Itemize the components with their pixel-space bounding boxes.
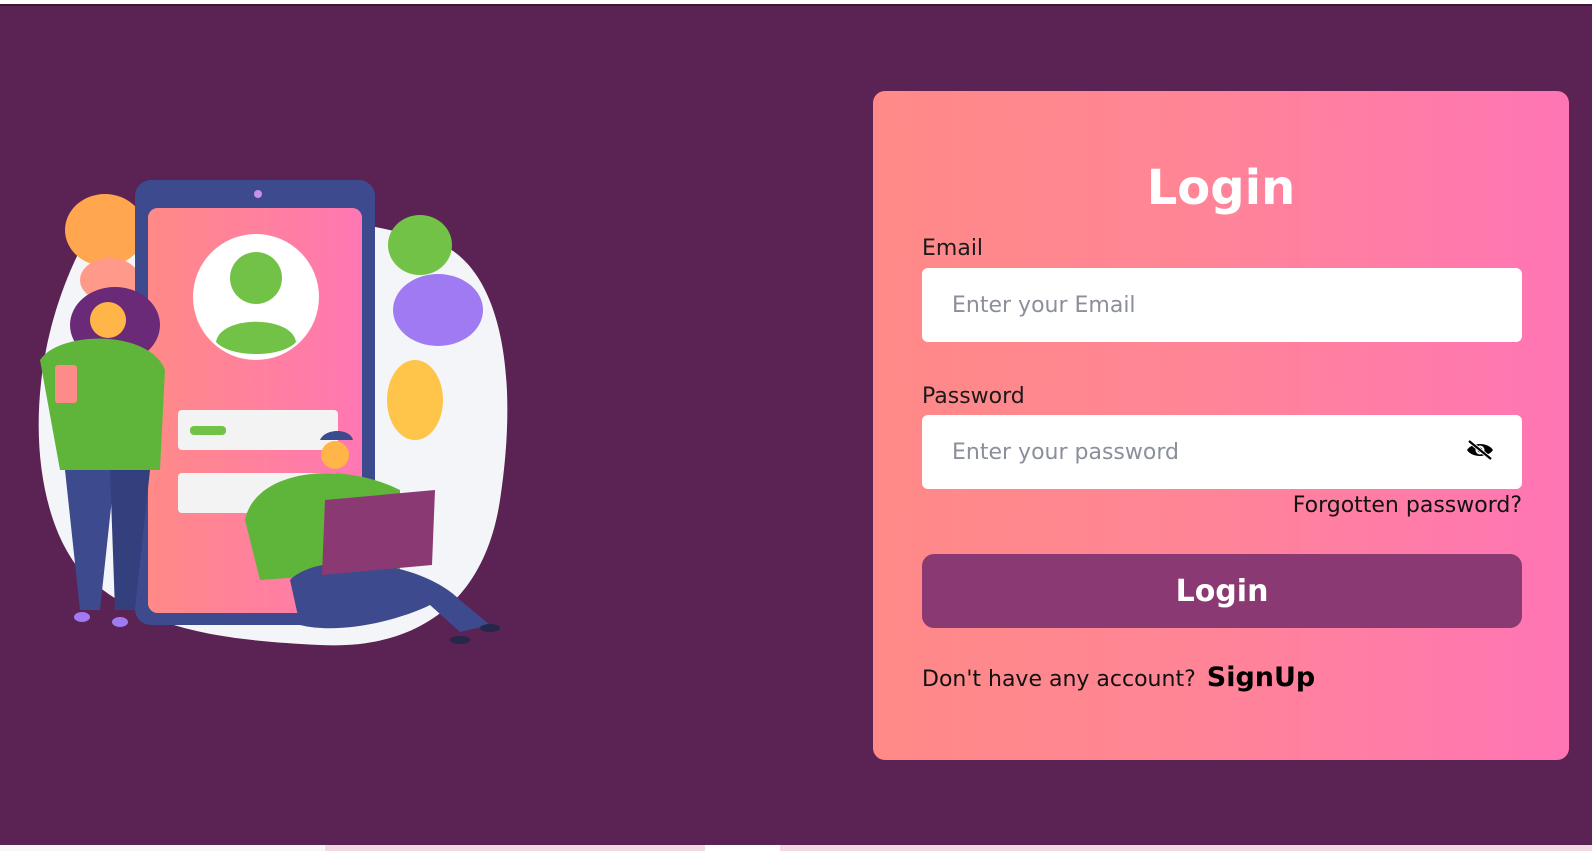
email-input[interactable] <box>922 268 1522 342</box>
login-illustration <box>38 180 508 646</box>
signup-link[interactable]: SignUp <box>1207 662 1316 693</box>
password-input[interactable] <box>922 415 1522 489</box>
signup-prompt: Don't have any account? <box>922 667 1196 692</box>
email-label: Email <box>922 236 984 261</box>
forgot-password-link[interactable]: Forgotten password? <box>1200 493 1522 518</box>
bottom-strip <box>0 845 1592 851</box>
eye-slash-icon[interactable] <box>1465 438 1495 462</box>
top-border <box>0 4 1592 6</box>
login-title: Login <box>1146 160 1296 216</box>
login-button[interactable]: Login <box>922 554 1522 628</box>
password-label: Password <box>922 384 1025 409</box>
signup-row: Don't have any account? SignUp <box>922 662 1315 693</box>
